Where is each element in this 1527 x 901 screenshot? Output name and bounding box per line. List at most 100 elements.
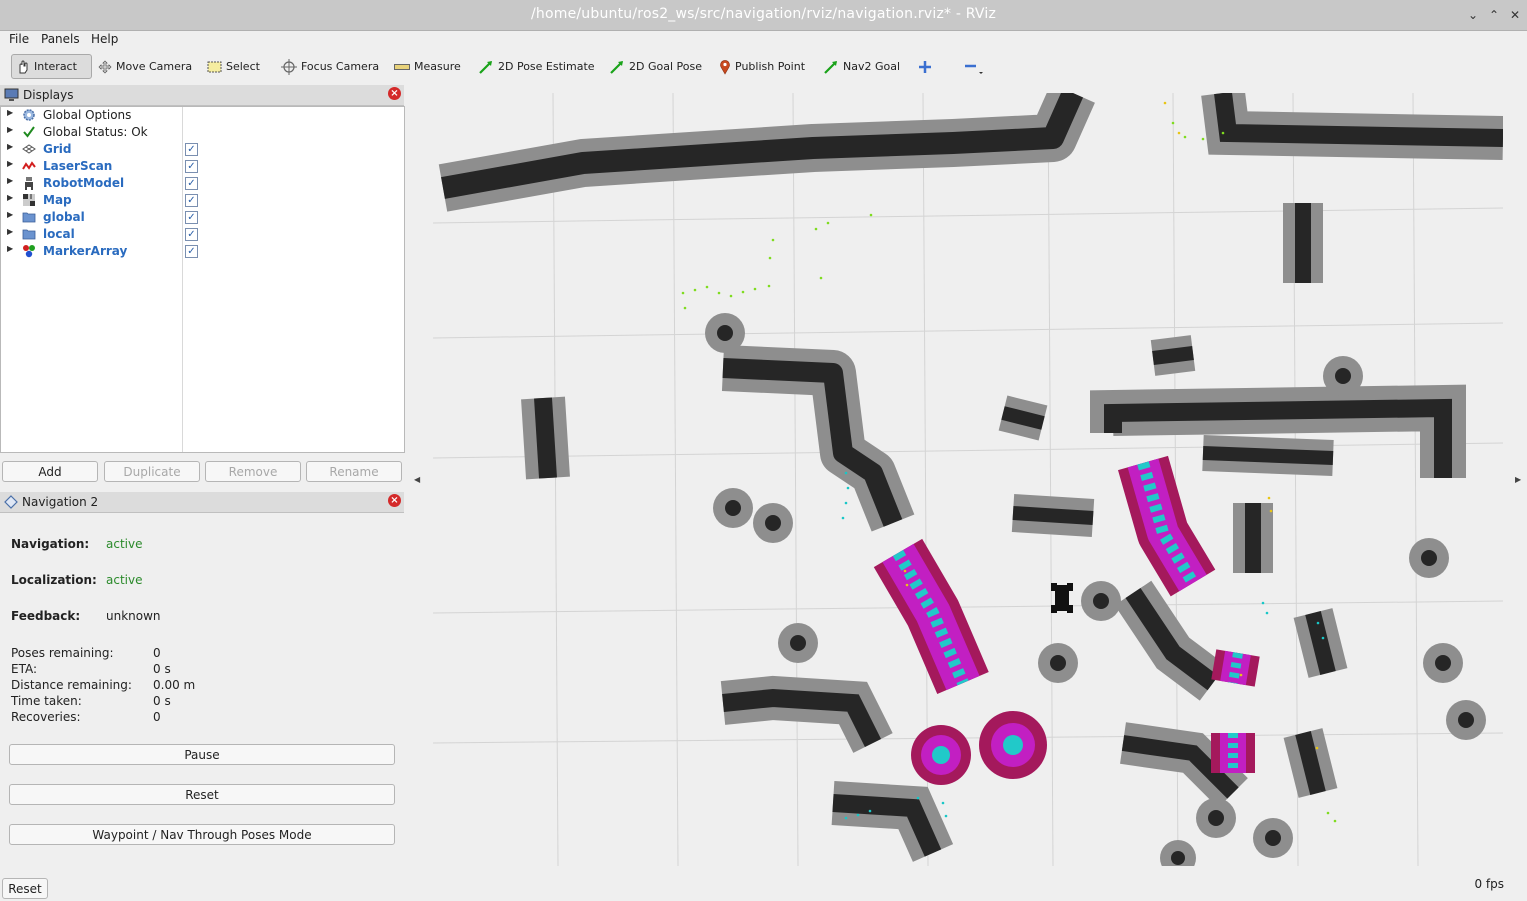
close-nav2-panel-icon[interactable]: × [388, 494, 401, 507]
display-enabled-checkbox[interactable]: ✓ [185, 228, 198, 241]
tool-select-label: Select [226, 60, 260, 73]
remove-display-button[interactable]: Remove [205, 461, 301, 482]
remove-tool-button[interactable] [959, 54, 987, 79]
tool-2d-goal-pose-label: 2D Goal Pose [629, 60, 702, 73]
minimize-icon[interactable]: ⌄ [1464, 6, 1482, 24]
expand-arrow-icon[interactable]: ▶ [7, 108, 13, 117]
expand-right-arrow-icon[interactable]: ▶ [1515, 475, 1521, 484]
tool-publish-point-button[interactable]: Publish Point [715, 54, 809, 79]
window-title: /home/ubuntu/ros2_ws/src/navigation/rviz… [530, 6, 997, 22]
expand-arrow-icon[interactable]: ▶ [7, 159, 13, 168]
poses-remaining-label: Poses remaining: [11, 646, 114, 660]
display-item-global-status[interactable]: ▶ Global Status: Ok [1, 124, 401, 141]
maximize-icon[interactable]: ⌃ [1485, 6, 1503, 24]
tool-interact-button[interactable]: Interact [11, 54, 92, 79]
hand-icon [19, 60, 28, 73]
expand-arrow-icon[interactable]: ▶ [7, 210, 13, 219]
checkmark-icon [23, 126, 35, 138]
display-item-label: local [43, 227, 75, 241]
display-item-global-options[interactable]: ▶ Global Options [1, 107, 401, 124]
map-icon [23, 194, 35, 206]
poses-remaining-value: 0 [153, 646, 161, 660]
display-enabled-checkbox[interactable]: ✓ [185, 194, 198, 207]
display-item-label: Global Options [43, 108, 132, 122]
duplicate-display-button[interactable]: Duplicate [104, 461, 200, 482]
gear-icon [23, 109, 35, 121]
render-viewport[interactable] [433, 93, 1503, 866]
nav2-panel-title: Navigation 2 [22, 495, 99, 509]
eta-label: ETA: [11, 662, 38, 676]
marker-icon [23, 245, 35, 258]
display-enabled-checkbox[interactable]: ✓ [185, 245, 198, 258]
expand-arrow-icon[interactable]: ▶ [7, 193, 13, 202]
focus-camera-icon [281, 58, 297, 75]
display-item-markerarray[interactable]: ▶ MarkerArray ✓ [1, 243, 401, 260]
tool-nav2-goal-button[interactable]: Nav2 Goal [819, 54, 904, 79]
minus-icon [965, 64, 983, 74]
green-arrow-icon [824, 60, 837, 74]
display-item-local[interactable]: ▶ local ✓ [1, 226, 401, 243]
laserscan-icon [22, 161, 36, 170]
tool-2d-goal-pose-button[interactable]: 2D Goal Pose [605, 54, 706, 79]
display-item-label: RobotModel [43, 176, 125, 190]
display-item-laserscan[interactable]: ▶ LaserScan ✓ [1, 158, 401, 175]
distance-remaining-label: Distance remaining: [11, 678, 132, 692]
rename-display-button[interactable]: Rename [306, 461, 402, 482]
tool-measure-button[interactable]: Measure [390, 54, 465, 79]
display-enabled-checkbox[interactable]: ✓ [185, 160, 198, 173]
expand-arrow-icon[interactable]: ▶ [7, 227, 13, 236]
eta-value: 0 s [153, 662, 171, 676]
tool-select-button[interactable]: Select [203, 54, 264, 79]
expand-arrow-icon[interactable]: ▶ [7, 244, 13, 253]
waypoint-mode-button[interactable]: Waypoint / Nav Through Poses Mode [9, 824, 395, 845]
feedback-status: unknown [106, 609, 161, 623]
folder-icon [22, 229, 36, 240]
select-icon [207, 61, 222, 72]
close-window-icon[interactable]: ✕ [1506, 6, 1524, 24]
menu-file[interactable]: File [9, 32, 29, 46]
collapse-left-arrow-icon[interactable]: ◀ [414, 475, 420, 484]
window-titlebar: /home/ubuntu/ros2_ws/src/navigation/rviz… [0, 0, 1527, 31]
expand-arrow-icon[interactable]: ▶ [7, 176, 13, 185]
pause-button[interactable]: Pause [9, 744, 395, 765]
time-taken-value: 0 s [153, 694, 171, 708]
display-item-label: Global Status: Ok [43, 125, 148, 139]
tool-move-camera-label: Move Camera [116, 60, 193, 73]
display-enabled-checkbox[interactable]: ✓ [185, 211, 198, 224]
green-arrow-icon [479, 60, 492, 74]
reset-view-button[interactable]: Reset [2, 878, 48, 899]
display-item-map[interactable]: ▶ Map ✓ [1, 192, 401, 209]
folder-icon [22, 212, 36, 223]
display-item-robotmodel[interactable]: ▶ RobotModel ✓ [1, 175, 401, 192]
expand-arrow-icon[interactable]: ▶ [7, 142, 13, 151]
menu-panels[interactable]: Panels [41, 32, 80, 46]
tool-move-camera-button[interactable]: Move Camera [94, 54, 196, 79]
display-enabled-checkbox[interactable]: ✓ [185, 177, 198, 190]
close-displays-panel-icon[interactable]: × [388, 87, 401, 100]
add-display-button[interactable]: Add [2, 461, 98, 482]
menu-help[interactable]: Help [91, 32, 118, 46]
tool-focus-camera-button[interactable]: Focus Camera [277, 54, 383, 79]
robot-icon [25, 177, 33, 190]
time-taken-label: Time taken: [11, 694, 82, 708]
display-enabled-checkbox[interactable]: ✓ [185, 143, 198, 156]
feedback-label: Feedback: [11, 609, 81, 623]
tool-2d-pose-estimate-button[interactable]: 2D Pose Estimate [474, 54, 599, 79]
recoveries-value: 0 [153, 710, 161, 724]
tool-nav2-goal-label: Nav2 Goal [843, 60, 901, 73]
navigation-label: Navigation: [11, 537, 90, 551]
tool-2d-pose-estimate-label: 2D Pose Estimate [498, 60, 595, 73]
display-item-grid[interactable]: ▶ Grid ✓ [1, 141, 401, 158]
nav2-panel-header: Navigation 2 × [0, 492, 404, 513]
add-tool-button[interactable] [914, 54, 936, 79]
monitor-icon [4, 88, 19, 101]
nav2-reset-button[interactable]: Reset [9, 784, 395, 805]
display-item-label: global [43, 210, 85, 224]
tool-measure-label: Measure [414, 60, 461, 73]
expand-arrow-icon[interactable]: ▶ [7, 125, 13, 134]
ruler-icon [394, 63, 410, 70]
display-item-label: Grid [43, 142, 72, 156]
display-item-global[interactable]: ▶ global ✓ [1, 209, 401, 226]
grid-icon [22, 144, 36, 154]
displays-panel-title: Displays [23, 88, 74, 102]
